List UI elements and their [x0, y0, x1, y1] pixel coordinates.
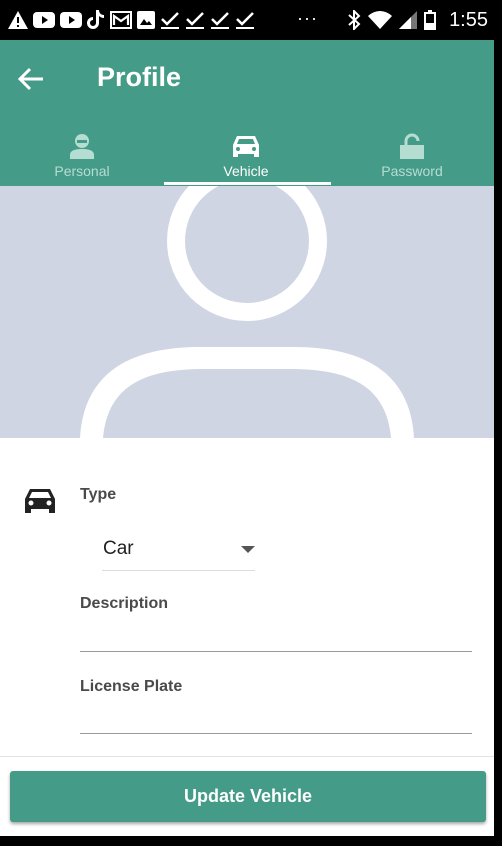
page-title: Profile [97, 62, 182, 92]
update-vehicle-button[interactable]: Update Vehicle [10, 771, 486, 822]
arrow-left-icon[interactable] [16, 64, 46, 94]
footer-divider [0, 756, 494, 757]
youtube-icon [60, 12, 82, 28]
notification-icons [8, 9, 255, 31]
vehicle-form: Type Car Description License Plate Updat… [0, 186, 494, 836]
warning-icon [8, 11, 28, 29]
image-icon [137, 11, 155, 29]
license-plate-field[interactable] [80, 733, 472, 734]
status-bar: ··· 1:55 [0, 0, 502, 40]
check-icon [186, 12, 204, 29]
person-placeholder-icon [80, 186, 414, 438]
avatar-placeholder[interactable] [0, 186, 494, 438]
description-field[interactable] [80, 651, 472, 652]
status-time: 1:55 [449, 8, 488, 31]
youtube-icon [33, 12, 55, 28]
tab-personal[interactable]: Personal [0, 133, 164, 185]
car-icon [233, 136, 259, 157]
chevron-down-icon [241, 546, 255, 553]
license-plate-label: License Plate [80, 678, 183, 695]
type-select-value: Car [103, 538, 134, 559]
system-icons: 1:55 [347, 9, 488, 31]
tab-password-label: Password [381, 163, 443, 179]
tab-vehicle[interactable]: Vehicle [164, 133, 328, 185]
screen-edge-bottom [0, 836, 502, 846]
type-label: Type [80, 486, 117, 503]
tab-personal-label: Personal [54, 163, 110, 179]
check-icon [211, 12, 229, 29]
gmail-icon [110, 11, 132, 29]
check-icon [236, 12, 254, 29]
tab-indicator [164, 182, 331, 185]
description-label: Description [80, 595, 169, 612]
person-icon [70, 134, 94, 159]
type-select[interactable]: Car [102, 526, 255, 571]
lock-open-icon [400, 133, 424, 159]
bluetooth-icon [348, 10, 361, 30]
signal-icon [399, 11, 418, 29]
tiktok-icon [87, 10, 104, 29]
tab-vehicle-label: Vehicle [223, 163, 269, 179]
car-icon [25, 489, 55, 513]
app-bar: Profile Personal Vehicle Password [0, 40, 494, 186]
wifi-icon [368, 11, 393, 29]
tab-password[interactable]: Password [330, 133, 494, 185]
battery-icon [424, 10, 437, 30]
check-icon [161, 12, 179, 29]
screen-edge [494, 40, 502, 846]
more-notifications: ··· [297, 8, 318, 28]
